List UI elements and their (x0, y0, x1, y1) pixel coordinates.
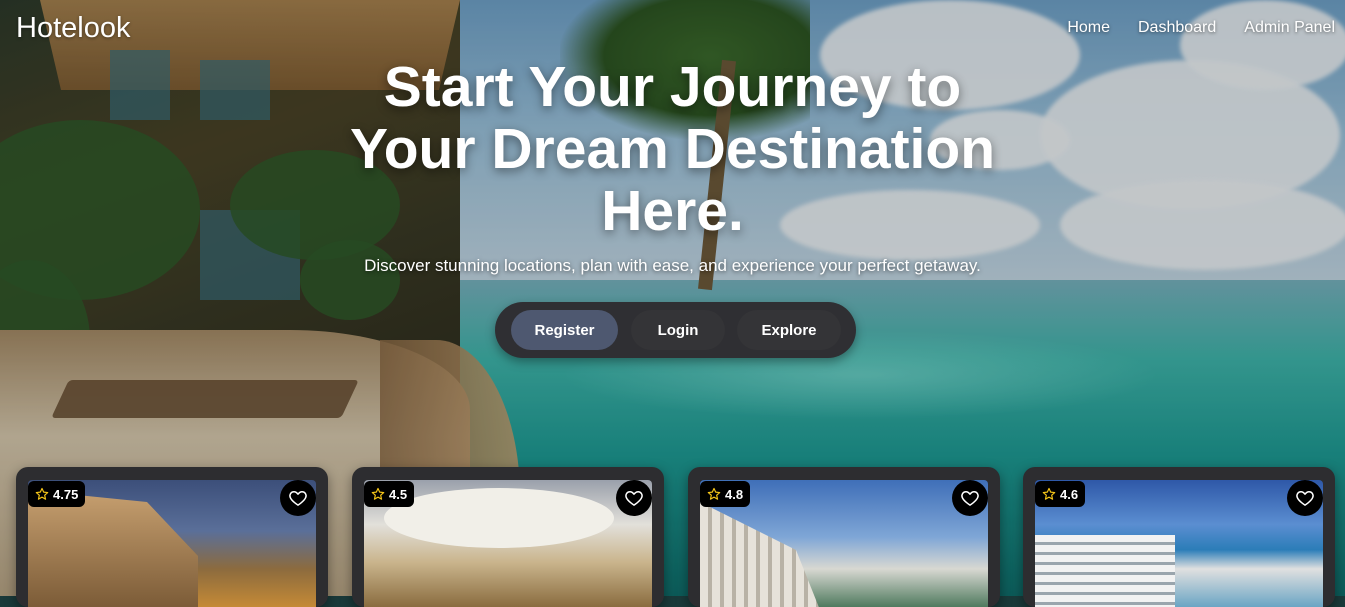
star-icon (371, 487, 385, 500)
nav-link-admin-panel[interactable]: Admin Panel (1244, 19, 1335, 37)
hero-headline: Start Your Journey to Your Dream Destina… (0, 56, 1345, 242)
hotel-card[interactable]: 4.75 (16, 467, 328, 607)
cta-button-group: Register Login Explore (495, 302, 856, 358)
heart-icon (625, 491, 643, 506)
hero-headline-line-2: Your Dream Destination (349, 117, 996, 181)
rating-badge: 4.5 (364, 481, 415, 507)
rating-value: 4.75 (53, 486, 79, 502)
nav-link-home[interactable]: Home (1067, 19, 1110, 37)
heart-icon (1296, 491, 1314, 506)
rating-badge: 4.6 (1035, 481, 1086, 507)
hero-headline-line-1: Start Your Journey to (383, 55, 962, 119)
hotel-card[interactable]: 4.6 (1023, 467, 1335, 607)
hero-subtitle: Discover stunning locations, plan with e… (364, 256, 981, 275)
favorite-button[interactable] (952, 480, 988, 516)
top-nav: Home Dashboard Admin Panel (1067, 19, 1335, 37)
rating-badge: 4.75 (28, 481, 86, 507)
star-icon (35, 487, 49, 500)
rating-badge: 4.8 (700, 481, 751, 507)
heart-icon (961, 491, 979, 506)
register-button[interactable]: Register (511, 310, 618, 350)
rating-value: 4.6 (1060, 486, 1079, 502)
star-icon (707, 487, 721, 500)
rating-value: 4.8 (725, 486, 744, 502)
nav-link-dashboard[interactable]: Dashboard (1138, 19, 1216, 37)
hotel-card[interactable]: 4.8 (688, 467, 1000, 607)
heart-icon (289, 491, 307, 506)
hero-headline-line-3: Here. (601, 179, 744, 243)
favorite-button[interactable] (616, 480, 652, 516)
brand-logo[interactable]: Hotelook (16, 12, 130, 45)
favorite-button[interactable] (1287, 480, 1323, 516)
favorite-button[interactable] (280, 480, 316, 516)
star-icon (1042, 487, 1056, 500)
login-button[interactable]: Login (631, 310, 725, 350)
hotel-card[interactable]: 4.5 (352, 467, 664, 607)
explore-button[interactable]: Explore (737, 310, 841, 350)
rating-value: 4.5 (389, 486, 408, 502)
